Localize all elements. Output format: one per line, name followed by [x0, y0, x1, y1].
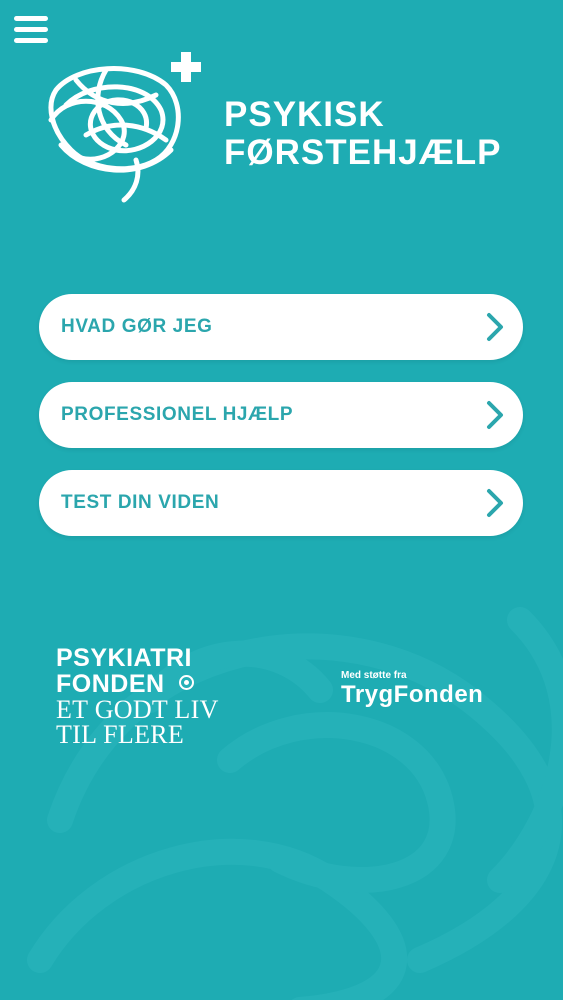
psykiatrifonden-line-1: PSYKIATRI	[56, 644, 192, 672]
psykiatrifonden-line-3: ET GODT LIV	[56, 695, 219, 724]
menu-item-label: HVAD GØR JEG	[61, 316, 213, 337]
menu-item-label: TEST DIN VIDEN	[61, 492, 220, 513]
circle-dot-icon	[178, 675, 194, 690]
chevron-right-icon	[487, 401, 503, 429]
menu-item-label: PROFESSIONEL HJÆLP	[61, 404, 294, 425]
chevron-right-icon	[487, 489, 503, 517]
menu-item-test-din-viden[interactable]: TEST DIN VIDEN	[39, 470, 523, 536]
trygfonden-logo[interactable]: Med støtte fra TrygFonden	[341, 670, 483, 708]
psykiatrifonden-logo[interactable]: PSYKIATRI FONDEN ET GODT LIV TIL FLERE	[56, 644, 219, 749]
menu-item-hvad-gor-jeg[interactable]: HVAD GØR JEG	[39, 294, 523, 360]
app-title-line-2: FØRSTEHJÆLP	[224, 133, 502, 172]
menu-item-professionel-hjaelp[interactable]: PROFESSIONEL HJÆLP	[39, 382, 523, 448]
trygfonden-name: TrygFonden	[341, 681, 484, 708]
brain-scribble-plus-icon	[48, 52, 201, 203]
hamburger-menu-icon[interactable]	[14, 16, 50, 46]
psykiatrifonden-line-4: TIL FLERE	[56, 720, 185, 749]
psykiatrifonden-line-2-row: FONDEN	[56, 671, 219, 697]
chevron-right-icon	[487, 313, 503, 341]
psykiatrifonden-line-2: FONDEN	[56, 670, 165, 698]
main-menu: HVAD GØR JEG PROFESSIONEL HJÆLP TEST DIN…	[39, 294, 523, 558]
app-title: PSYKISK FØRSTEHJÆLP	[224, 96, 501, 172]
app-title-line-1: PSYKISK	[224, 95, 385, 134]
